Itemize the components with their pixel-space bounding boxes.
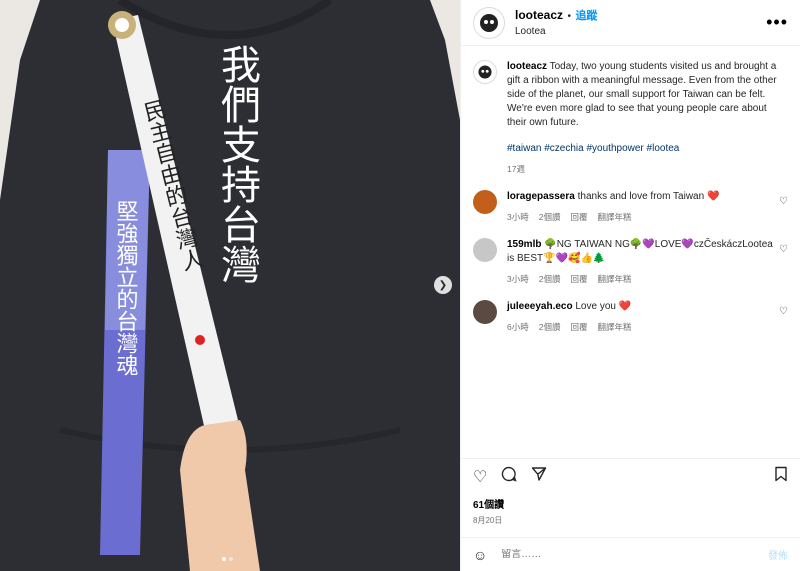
post-author-username[interactable]: looteacz bbox=[515, 8, 563, 22]
reply-button[interactable]: 回覆 bbox=[570, 210, 587, 224]
comment-likes[interactable]: 2個讚 bbox=[539, 272, 561, 286]
comment-list: looteacz Today, two young students visit… bbox=[461, 46, 800, 458]
separator-dot: • bbox=[567, 10, 571, 22]
caption-hashtags[interactable]: #taiwan #czechia #youthpower #lootea bbox=[507, 142, 782, 156]
chevron-right-icon: ❯ bbox=[438, 279, 448, 291]
carousel-dot bbox=[222, 557, 226, 561]
post-comment-button[interactable]: 發佈 bbox=[768, 547, 788, 562]
carousel-indicator bbox=[222, 557, 233, 561]
action-bar: ♡ bbox=[461, 458, 800, 494]
share-icon[interactable] bbox=[531, 466, 547, 487]
comment-composer: ☺ 發佈 bbox=[461, 537, 800, 571]
more-icon[interactable]: ••• bbox=[766, 12, 788, 33]
post-author-subtitle: Lootea bbox=[515, 25, 546, 37]
comment-text: 🌳NG TAIWAN NG🌳💜LOVE💜czČeskáczLootea is B… bbox=[507, 239, 773, 264]
comment-time: 6小時 bbox=[507, 322, 529, 332]
svg-text:堅強獨立的台灣魂: 堅強獨立的台灣魂 bbox=[113, 200, 139, 376]
emoji-icon[interactable]: ☺ bbox=[473, 547, 487, 563]
next-image-button[interactable]: ❯ bbox=[434, 276, 452, 294]
photo-overlay-text: 我們支持台灣 bbox=[214, 44, 260, 284]
heart-icon[interactable]: ♡ bbox=[473, 467, 487, 487]
caption-text: Today, two young students visited us and… bbox=[507, 61, 777, 128]
comment-username[interactable]: loragepassera bbox=[507, 191, 575, 202]
post-header: looteacz • 追蹤 Lootea ••• bbox=[461, 0, 800, 46]
avatar[interactable] bbox=[473, 190, 497, 214]
reply-button[interactable]: 回覆 bbox=[570, 272, 587, 286]
lootea-logo-icon bbox=[480, 13, 498, 32]
comment-username[interactable]: 159mlb bbox=[507, 239, 541, 250]
comment-item: 159mlb 🌳NG TAIWAN NG🌳💜LOVE💜czČeskáczLoot… bbox=[473, 238, 788, 286]
post-date: 8月20日 bbox=[473, 516, 503, 525]
comment-text: Love you ❤️ bbox=[575, 301, 632, 312]
comment-likes[interactable]: 2個讚 bbox=[539, 320, 561, 334]
heart-icon[interactable]: ♡ bbox=[779, 196, 788, 207]
caption-username[interactable]: looteacz bbox=[507, 61, 547, 72]
avatar[interactable] bbox=[473, 238, 497, 262]
comment-item: loragepassera thanks and love from Taiwa… bbox=[473, 190, 788, 224]
caption-time: 17週 bbox=[507, 164, 525, 174]
bookmark-icon[interactable] bbox=[774, 466, 788, 487]
reply-button[interactable]: 回覆 bbox=[570, 320, 587, 334]
heart-icon[interactable]: ♡ bbox=[779, 244, 788, 255]
comment-item: juleeeyah.eco Love you ❤️ 6小時 2個讚 回覆 翻譯年… bbox=[473, 300, 788, 334]
like-count[interactable]: 61個讚 bbox=[461, 496, 800, 511]
avatar[interactable] bbox=[473, 6, 505, 39]
comment-text: thanks and love from Taiwan ❤️ bbox=[577, 191, 720, 202]
translate-button[interactable]: 翻譯年糕 bbox=[597, 272, 631, 286]
avatar[interactable] bbox=[473, 300, 497, 324]
comment-username[interactable]: juleeeyah.eco bbox=[507, 301, 573, 312]
comment-time: 3小時 bbox=[507, 212, 529, 222]
avatar[interactable] bbox=[473, 60, 497, 84]
comment-time: 3小時 bbox=[507, 274, 529, 284]
caption: looteacz Today, two young students visit… bbox=[473, 60, 788, 176]
carousel-dot bbox=[229, 557, 233, 561]
post-details: looteacz • 追蹤 Lootea ••• looteacz Today,… bbox=[460, 0, 800, 571]
follow-button[interactable]: 追蹤 bbox=[575, 10, 597, 22]
heart-icon[interactable]: ♡ bbox=[779, 306, 788, 317]
post-photo[interactable]: 堅強獨立的台灣魂 民主自由的台灣人 我們支持台灣 ❯ bbox=[0, 0, 460, 571]
comment-likes[interactable]: 2個讚 bbox=[539, 210, 561, 224]
lootea-logo-icon bbox=[478, 65, 492, 79]
comment-icon[interactable] bbox=[501, 466, 517, 487]
translate-button[interactable]: 翻譯年糕 bbox=[597, 210, 631, 224]
translate-button[interactable]: 翻譯年糕 bbox=[597, 320, 631, 334]
comment-input[interactable] bbox=[501, 549, 768, 560]
